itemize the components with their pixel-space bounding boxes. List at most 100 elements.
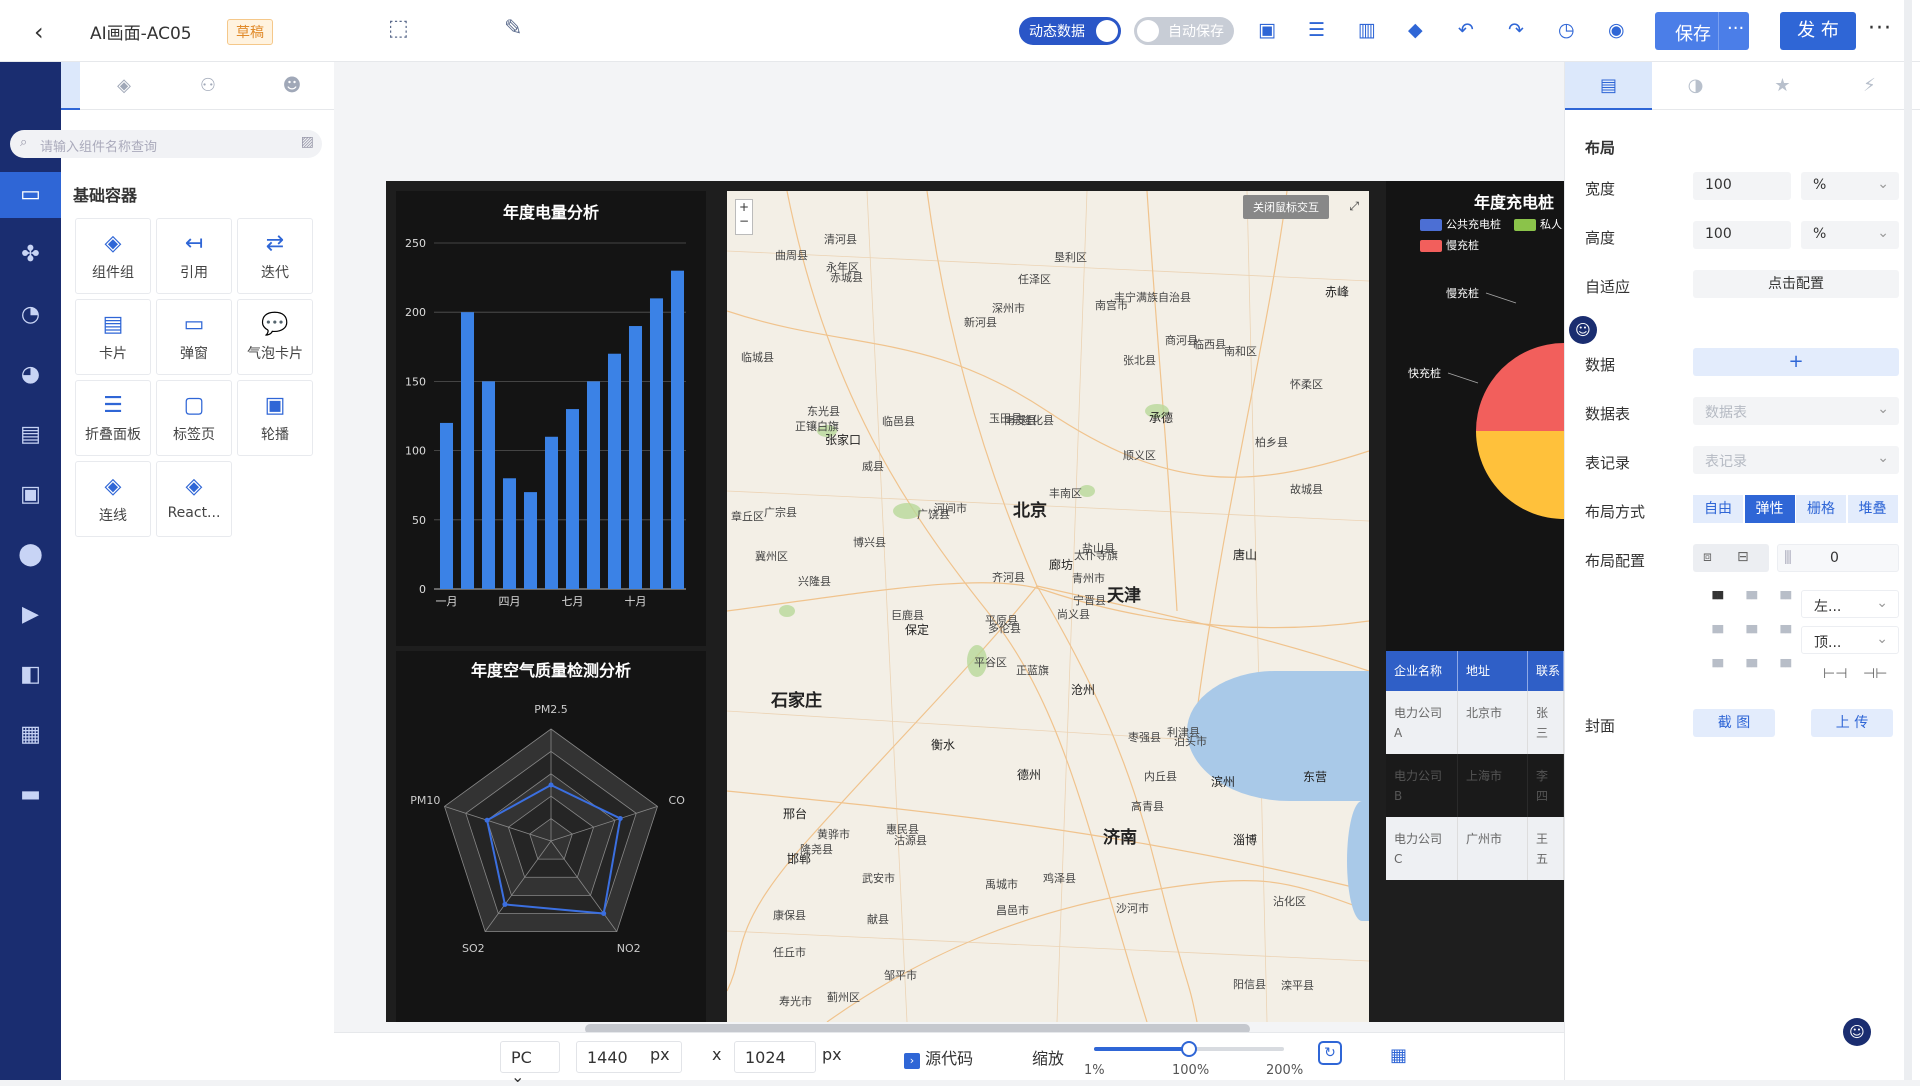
component-item[interactable]: ▤ 卡片 [75,299,151,375]
radar-point[interactable] [601,910,607,916]
align-option-icon[interactable]: ▝▘ [1775,592,1797,608]
bar[interactable] [607,353,622,589]
map-interaction-button[interactable]: 关闭鼠标交互 [1243,195,1329,219]
align-option-icon[interactable]: ▝▘ [1741,660,1763,676]
screen-icon[interactable]: ▬ [0,772,61,818]
image-search-icon[interactable]: ▨ [301,134,314,150]
component-item[interactable]: ▢ 标签页 [156,380,232,456]
component-item[interactable]: ◈ 组件组 [75,218,151,294]
align-option-icon[interactable]: ▝▘ [1775,626,1797,642]
image-icon[interactable]: ▣ [0,472,61,518]
align-option-icon[interactable]: ▝▘ [1775,660,1797,676]
zoom-slider-handle[interactable] [1181,1041,1197,1057]
layout-mode-option[interactable]: 自由 [1693,495,1743,523]
cube-icon[interactable]: ◧ [0,652,61,698]
bar[interactable] [565,409,580,589]
space-between-icon[interactable]: ⊢⊣ [1823,666,1847,682]
grid-view-icon[interactable]: ▦ [1390,1045,1407,1066]
record-select[interactable]: 表记录 ⌄ [1693,446,1899,474]
align-option-icon[interactable]: ▝▘ [1707,660,1729,676]
tab-team[interactable]: ⚇ [168,62,248,110]
canvas-height-input[interactable]: 1024 [734,1041,816,1073]
horizontal-align-select[interactable]: 左... ⌄ [1801,590,1899,618]
apps-icon[interactable]: ✤ [0,232,61,278]
save-more-button[interactable]: ··· [1727,18,1744,39]
theme-icon[interactable]: ◆ [1408,19,1423,41]
expand-icon[interactable]: ⤢ [1349,199,1359,214]
pie-slice[interactable] [1476,431,1564,519]
preview-icon[interactable]: ◉ [1608,19,1625,41]
design-canvas[interactable]: 年度电量分析 0 50 100 150 200 250 一月 四月 七月 十月 年度空气质量检测分… [386,181,1564,1022]
screenshot-button[interactable]: 截 图 [1693,709,1775,737]
component-item[interactable]: ☰ 折叠面板 [75,380,151,456]
component-item[interactable]: ▣ 轮播 [237,380,313,456]
chart-icon[interactable]: ◕ [0,352,61,398]
brush-icon[interactable]: ✎ [504,16,522,41]
assistant-robot-icon[interactable]: ☺ [1843,1018,1871,1046]
radar-chart-panel[interactable]: 年度空气质量检测分析 PM2.5 CO NO2 SO2 PM10 [396,651,706,1022]
bar[interactable] [460,312,475,589]
datatable-select[interactable]: 数据表 ⌄ [1693,397,1899,425]
auto-save-toggle[interactable]: 自动保存 [1134,17,1234,45]
gap-input[interactable]: ⦀ 0 [1777,544,1899,572]
layout-mode-option[interactable]: 栅格 [1796,495,1846,523]
assistant-robot-icon[interactable]: ☺ [1569,316,1597,344]
tab-user[interactable]: ☻ [252,62,332,110]
location-icon[interactable]: ⬤ [0,532,61,578]
radar-point[interactable] [548,782,554,788]
zoom-out-button[interactable]: − [736,214,752,228]
container-icon[interactable]: ▭ [0,172,61,218]
align-option-icon[interactable]: ▝▘ [1741,592,1763,608]
page-vertical-scrollbar[interactable] [1904,0,1912,1080]
height-unit-select[interactable]: % ⌄ [1801,221,1899,249]
bar-chart-panel[interactable]: 年度电量分析 0 50 100 150 200 250 一月 四月 七月 十月 [396,191,706,646]
component-item[interactable]: ⇄ 迭代 [237,218,313,294]
component-item[interactable]: ▭ 弹窗 [156,299,232,375]
tab-layers[interactable]: ◈ [84,62,164,110]
undo-icon[interactable]: ↶ [1458,19,1474,41]
grid-icon[interactable]: ▦ [0,712,61,758]
bar[interactable] [481,381,496,589]
tab-events[interactable]: ⚡ [1826,62,1913,110]
width-input[interactable]: 100 [1693,172,1791,200]
row-direction-icon[interactable]: ⧈ [1703,549,1712,565]
bar[interactable] [544,436,559,589]
pie-chart-panel[interactable]: 年度充电桩 公共充电桩 私人 慢充桩 慢充桩 快充桩 [1386,181,1564,651]
component-item[interactable]: ◈ 连线 [75,461,151,537]
layout-mode-option[interactable]: 弹性 [1744,495,1795,523]
tab-favorite[interactable]: ★ [1739,62,1826,110]
pie-slice[interactable] [1476,343,1564,431]
add-data-button[interactable]: + [1693,348,1899,376]
radar-point[interactable] [617,816,623,822]
height-input[interactable]: 100 [1693,221,1791,249]
form-icon[interactable]: ▤ [0,412,61,458]
space-around-icon[interactable]: ⊣⊢ [1863,666,1887,682]
tab-properties[interactable]: ▤ [1565,62,1652,110]
component-item[interactable]: ↤ 引用 [156,218,232,294]
bar[interactable] [628,326,643,589]
align-option-icon[interactable]: ▝▘ [1707,626,1729,642]
column-direction-icon[interactable]: ⊟ [1737,549,1749,565]
width-unit-select[interactable]: % ⌄ [1801,172,1899,200]
search-input[interactable]: ⌕ 请输入组件名称查询 ▨ [10,130,322,158]
code-icon[interactable]: ▣ [1258,19,1276,41]
more-icon[interactable]: ··· [1868,16,1892,41]
video-icon[interactable]: ▶ [0,592,61,638]
vertical-align-select[interactable]: 顶... ⌄ [1801,626,1899,654]
pie-icon[interactable]: ◔ [0,292,61,338]
radar-point[interactable] [502,901,508,907]
zoom-in-button[interactable]: + [736,200,752,214]
bar[interactable] [670,270,685,589]
upload-button[interactable]: 上 传 [1811,709,1893,737]
fit-screen-icon[interactable]: ↻ [1318,1041,1342,1065]
align-option-icon[interactable]: ▝▘ [1741,626,1763,642]
zoom-slider[interactable] [1094,1041,1284,1057]
layout-mode-option[interactable]: 堆叠 [1847,495,1898,523]
adaptive-config-button[interactable]: 点击配置 [1693,270,1899,298]
dynamic-data-toggle[interactable]: 动态数据 [1019,17,1121,45]
select-tool-icon[interactable]: ⬚ [388,16,409,41]
bar[interactable] [439,422,454,589]
chart-icon[interactable]: ▥ [1358,19,1376,41]
map-zoom-control[interactable]: + − [735,199,753,235]
map-panel[interactable]: + − 关闭鼠标交互 ⤢ 北京 天津 石家庄 济南 张家口 保定 沧州 衡水 廊坊 承德 唐山 东营滨… [727,191,1369,1022]
